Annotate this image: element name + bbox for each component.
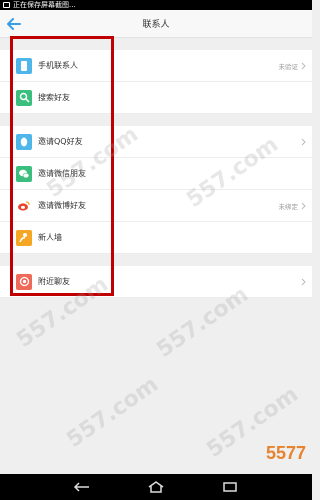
navigation-bar — [0, 474, 312, 500]
group-gap — [0, 254, 312, 266]
phone-icon — [16, 57, 32, 74]
row-search-friends[interactable]: 搜索好友 — [0, 82, 312, 114]
chevron-right-icon — [301, 138, 306, 146]
brand-logo: 5577 — [265, 443, 306, 463]
watermark: 557.com — [62, 372, 164, 453]
nearby-icon — [16, 273, 32, 290]
back-button[interactable] — [4, 14, 24, 34]
row-invite-weibo[interactable]: 邀请微博好友 未绑定 — [0, 190, 312, 222]
nav-recents-icon — [223, 482, 237, 492]
nav-back-button[interactable] — [72, 480, 92, 494]
nav-recents-button[interactable] — [220, 480, 240, 494]
row-label: 附近聊友 — [38, 277, 70, 286]
group-gap — [0, 114, 312, 126]
status-bar: 正在保存屏幕截图... — [0, 0, 312, 10]
contacts-list: 手机联系人 未验证 搜索好友 邀请QQ好友 邀请微信朋友 邀请微博好友 未绑定 — [0, 38, 312, 298]
row-new-people-wall[interactable]: 新人墙 — [0, 222, 312, 254]
back-arrow-icon — [7, 18, 21, 30]
row-label: 新人墙 — [38, 233, 62, 242]
nav-back-icon — [73, 482, 89, 492]
row-status: 未验证 — [278, 62, 299, 71]
row-nearby-chat[interactable]: 附近聊友 — [0, 266, 312, 298]
chevron-right-icon — [301, 278, 306, 286]
row-label: 搜索好友 — [38, 93, 70, 102]
nav-home-icon — [148, 481, 164, 493]
top-bar: 联系人 — [0, 10, 312, 38]
chevron-right-icon — [301, 202, 306, 210]
row-phone-contacts[interactable]: 手机联系人 未验证 — [0, 50, 312, 82]
page-title: 联系人 — [142, 20, 170, 30]
screenshot-icon — [3, 2, 10, 8]
weibo-icon — [16, 197, 32, 214]
chevron-right-icon — [301, 62, 306, 70]
row-status: 未绑定 — [278, 202, 299, 211]
nav-home-button[interactable] — [146, 480, 166, 494]
search-friend-icon — [16, 89, 32, 106]
row-label: 手机联系人 — [38, 61, 78, 70]
status-text: 正在保存屏幕截图... — [13, 1, 76, 9]
qq-icon — [16, 133, 32, 150]
new-people-icon — [16, 229, 32, 246]
group-gap — [0, 38, 312, 50]
wechat-icon — [16, 165, 32, 182]
row-label: 邀请微博好友 — [38, 201, 86, 210]
